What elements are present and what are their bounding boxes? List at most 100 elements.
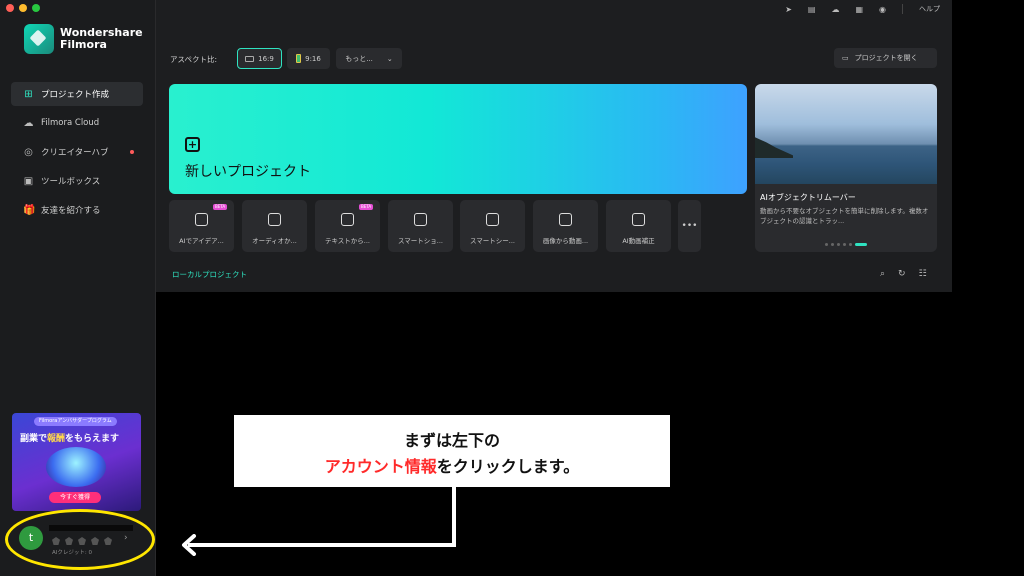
view-toggle-icon[interactable]: ☷ <box>919 269 927 279</box>
banner-headline-pre: 副業で <box>20 434 48 444</box>
more-tools-button[interactable]: ••• <box>678 200 701 252</box>
main-panel: ➤ ▤ ☁ ▦ ◉ ヘルプ アスペクト比: 16:9 9:16 もっと... ⌄… <box>156 0 952 292</box>
headset-icon[interactable]: ◉ <box>879 5 886 14</box>
top-toolbar: ➤ ▤ ☁ ▦ ◉ ヘルプ <box>785 4 940 14</box>
image-to-video-icon <box>559 213 572 226</box>
tool-label: オーディオか... <box>252 237 297 245</box>
tool-ai-idea[interactable]: BETA AIでアイデア... <box>169 200 234 252</box>
zoom-window-button[interactable] <box>32 4 40 12</box>
promo-image <box>755 84 937 184</box>
instruction-callout: まずは左下の アカウント情報をクリックします。 <box>234 415 670 487</box>
audio-icon <box>268 213 281 226</box>
sidebar: Wondershare Filmora ⊞ プロジェクト作成 ☁ Filmora… <box>0 0 156 576</box>
banner-headline-post: をもらえます <box>65 434 120 444</box>
help-menu[interactable]: ヘルプ <box>919 4 940 14</box>
tool-smart-short[interactable]: スマートショ... <box>388 200 453 252</box>
gift-icon: 🎁 <box>23 204 36 216</box>
banner-illustration <box>46 447 106 487</box>
promo-description: 動画から不要なオブジェクトを簡単に削除します。複数オブジェクトの認識とトラッ..… <box>760 207 929 225</box>
banner-headline: 副業で報酬をもらえます <box>20 431 119 444</box>
sidebar-item-label: ツールボックス <box>41 177 101 187</box>
local-projects-heading: ローカルプロジェクト <box>172 270 247 279</box>
carousel-dot[interactable] <box>831 243 834 246</box>
open-project-button[interactable]: ▭ プロジェクトを開く <box>834 48 937 68</box>
callout-highlight: アカウント情報 <box>324 457 437 476</box>
chevron-down-icon: ⌄ <box>386 54 393 63</box>
tool-image-to-video[interactable]: 画像から動画... <box>533 200 598 252</box>
cloud-icon: ☁ <box>23 117 34 129</box>
smart-short-icon <box>414 213 427 226</box>
sidebar-item-toolbox[interactable]: ▣ ツールボックス <box>11 169 143 193</box>
ratio-label: 16:9 <box>258 54 274 63</box>
close-window-button[interactable] <box>6 4 14 12</box>
feature-promo-card[interactable]: AIオブジェクトリムーバー 動画から不要なオブジェクトを簡単に削除します。複数オ… <box>755 84 937 252</box>
sidebar-item-refer-friend[interactable]: 🎁 友達を紹介する <box>11 198 143 222</box>
sidebar-item-create-project[interactable]: ⊞ プロジェクト作成 <box>11 82 143 106</box>
cloud-upload-icon[interactable]: ☁ <box>831 5 839 14</box>
tool-label: スマートショ... <box>397 237 443 245</box>
ratio-16-9-button[interactable]: 16:9 <box>237 48 282 69</box>
account-highlight-ring <box>5 509 155 570</box>
ambassador-banner[interactable]: Filmoraアンバサダープログラム 副業で報酬をもらえます 今すぐ獲得 <box>12 413 141 511</box>
grid-icon[interactable]: ▦ <box>855 5 863 14</box>
sidebar-item-label: プロジェクト作成 <box>41 90 110 100</box>
sidebar-item-filmora-cloud[interactable]: ☁ Filmora Cloud <box>11 111 143 135</box>
carousel-dot[interactable] <box>825 243 828 246</box>
rock-shape <box>755 137 793 158</box>
callout-line-1: まずは左下の <box>403 431 500 450</box>
open-project-label: プロジェクトを開く <box>854 54 918 62</box>
new-project-card[interactable]: + 新しいプロジェクト <box>169 84 747 194</box>
filmora-logo-icon <box>24 24 54 54</box>
promo-title: AIオブジェクトリムーバー <box>760 193 856 202</box>
aspect-ratio-label: アスペクト比: <box>170 55 218 64</box>
beta-badge: BETA <box>213 204 228 210</box>
callout-line-2-rest: をクリックします。 <box>436 457 580 476</box>
app-logo: Wondershare Filmora <box>24 24 150 54</box>
bulb-icon: ◎ <box>24 146 33 158</box>
sidebar-item-label: 友達を紹介する <box>41 206 101 216</box>
carousel-dot[interactable] <box>849 243 852 246</box>
carousel-dots[interactable] <box>825 243 867 246</box>
tool-label: AIでアイデア... <box>179 237 224 245</box>
tool-label: テキストから... <box>324 237 370 245</box>
banner-headline-highlight: 報酬 <box>47 434 66 444</box>
plus-icon: + <box>185 137 200 152</box>
feedback-icon[interactable]: ▤ <box>808 5 816 14</box>
more-ratio-dropdown[interactable]: もっと... ⌄ <box>336 48 402 69</box>
search-icon[interactable]: ⌕ <box>880 269 885 279</box>
ai-enhance-icon <box>632 213 645 226</box>
logo-product: Filmora <box>60 38 107 51</box>
ai-idea-icon <box>195 213 208 226</box>
ratio-9-16-button[interactable]: 9:16 <box>287 48 330 69</box>
sidebar-item-creator-hub[interactable]: ◎ クリエイターハブ <box>11 140 143 164</box>
toolbox-icon: ▣ <box>23 175 34 187</box>
send-icon[interactable]: ➤ <box>785 5 792 14</box>
tool-text-to-video[interactable]: BETA テキストから... <box>315 200 380 252</box>
notification-dot <box>129 150 134 154</box>
sidebar-item-label: クリエイターハブ <box>41 148 109 158</box>
folder-icon: ▭ <box>842 54 849 62</box>
new-project-icon: ⊞ <box>24 88 33 100</box>
arrow-left-icon <box>182 534 196 556</box>
landscape-icon <box>245 55 255 62</box>
carousel-dot-active[interactable] <box>855 243 867 246</box>
banner-cta-button[interactable]: 今すぐ獲得 <box>49 492 101 503</box>
sidebar-item-label: Filmora Cloud <box>41 118 100 128</box>
carousel-dot[interactable] <box>837 243 840 246</box>
arrow-horizontal-segment <box>188 543 456 547</box>
tool-label: スマートシー... <box>469 237 515 245</box>
divider <box>902 4 903 14</box>
tool-smart-scene[interactable]: スマートシー... <box>460 200 525 252</box>
local-project-tools: ⌕ ↻ ☷ <box>880 269 927 279</box>
banner-pill: Filmoraアンバサダープログラム <box>34 417 117 426</box>
callout-line-2: アカウント情報をクリックします。 <box>234 453 670 477</box>
tool-ai-enhance[interactable]: AI動画補正 <box>606 200 671 252</box>
refresh-icon[interactable]: ↻ <box>898 269 906 279</box>
minimize-window-button[interactable] <box>19 4 27 12</box>
window-controls <box>6 4 40 12</box>
carousel-dot[interactable] <box>843 243 846 246</box>
tool-audio-to-video[interactable]: オーディオか... <box>242 200 307 252</box>
filmora-window: Wondershare Filmora ⊞ プロジェクト作成 ☁ Filmora… <box>0 0 952 576</box>
beta-badge: BETA <box>359 204 374 210</box>
dropdown-label: もっと... <box>345 54 373 63</box>
